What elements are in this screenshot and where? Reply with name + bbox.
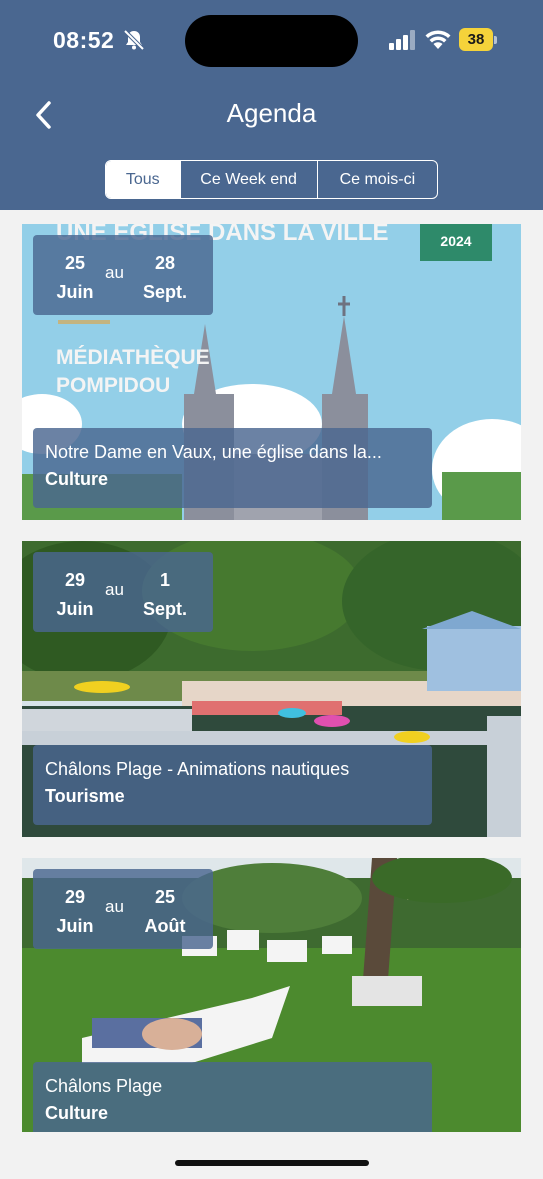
event-info: Châlons Plage Culture (33, 1062, 432, 1132)
end-month: Août (144, 916, 186, 936)
start-day: 25 (64, 253, 86, 273)
event-category: Tourisme (45, 786, 125, 806)
event-date-range: 25 Juin au 28 Sept. (33, 235, 213, 315)
event-date-range: 29 Juin au 1 Sept. (33, 552, 213, 632)
event-info: Notre Dame en Vaux, une église dans la..… (33, 428, 432, 508)
app-header: 08:52 38 Agenda Tous Ce Week end Ce mois… (0, 0, 543, 210)
wifi-icon (425, 30, 451, 49)
bell-muted-icon (123, 29, 145, 51)
filter-tab-all[interactable]: Tous (106, 161, 181, 198)
start-month: Juin (56, 916, 94, 936)
date-separator: au (105, 897, 124, 916)
event-card[interactable]: 29 Juin au 25 Août Châlons Plage Culture (22, 858, 521, 1132)
end-month: Sept. (142, 282, 187, 302)
event-title: Notre Dame en Vaux, une église dans la..… (45, 442, 382, 462)
start-day: 29 (64, 887, 86, 907)
event-category: Culture (45, 1103, 108, 1123)
battery-icon: 38 (459, 28, 497, 51)
start-month: Juin (56, 282, 94, 302)
event-category: Culture (45, 469, 108, 489)
poster-venue-line1: MÉDIATHÈQUE (56, 346, 210, 369)
home-indicator[interactable] (175, 1160, 369, 1166)
event-info: Châlons Plage - Animations nautiques Tou… (33, 745, 432, 825)
end-day: 1 (159, 570, 170, 590)
event-title: Châlons Plage (45, 1076, 163, 1096)
cellular-signal-icon (389, 30, 415, 50)
event-title: Châlons Plage - Animations nautiques (45, 759, 350, 779)
status-bar: 08:52 38 (0, 0, 543, 84)
date-separator: au (105, 580, 124, 599)
event-card[interactable]: 29 Juin au 1 Sept. Châlons Plage - Anima… (22, 541, 521, 837)
end-day: 28 (154, 253, 176, 273)
date-separator: au (105, 263, 124, 282)
filter-tab-month[interactable]: Ce mois-ci (318, 161, 437, 198)
start-month: Juin (56, 599, 94, 619)
end-month: Sept. (142, 599, 187, 619)
poster-year: 2024 (440, 233, 471, 249)
battery-level: 38 (459, 28, 493, 51)
end-day: 25 (154, 887, 176, 907)
event-card[interactable]: UNE EGLISE DANS LA VILLE 2024 MÉDIATHÈQU… (22, 224, 521, 520)
dynamic-island (185, 15, 358, 67)
status-time: 08:52 (53, 27, 115, 53)
poster-venue-line2: POMPIDOU (56, 374, 170, 397)
start-day: 29 (64, 570, 86, 590)
filter-tab-weekend[interactable]: Ce Week end (181, 161, 318, 198)
page-title: Agenda (226, 98, 317, 128)
event-date-range: 29 Juin au 25 Août (33, 869, 213, 949)
date-filter-segmented-control: Tous Ce Week end Ce mois-ci (105, 160, 438, 199)
